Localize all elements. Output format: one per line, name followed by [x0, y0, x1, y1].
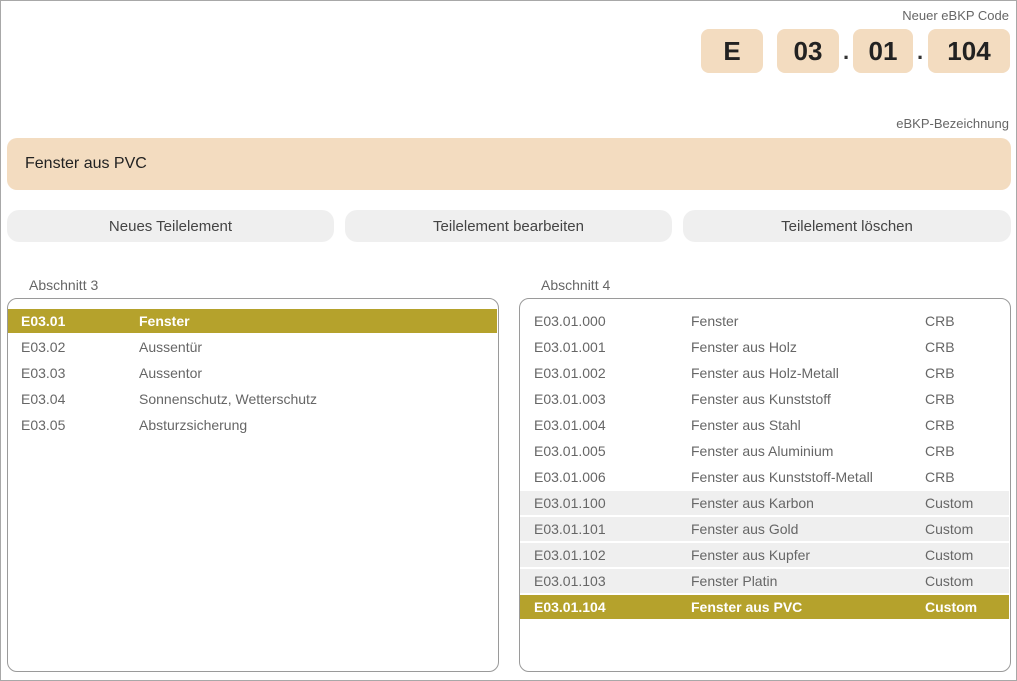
list-item[interactable]: E03.01.005 Fenster aus Aluminium CRB	[520, 439, 1009, 463]
edit-subelement-button[interactable]: Teilelement bearbeiten	[345, 210, 672, 242]
item-source: CRB	[925, 469, 955, 485]
item-name: Fenster aus Karbon	[691, 495, 814, 511]
list-item[interactable]: E03.01 Fenster	[8, 309, 497, 333]
list-item[interactable]: E03.01.101 Fenster aus Gold Custom	[520, 517, 1009, 541]
item-code: E03.01.005	[534, 443, 606, 459]
list-item[interactable]: E03.03 Aussentor	[8, 361, 497, 385]
list-item[interactable]: E03.01.000 Fenster CRB	[520, 309, 1009, 333]
item-code: E03.01.001	[534, 339, 606, 355]
item-name: Fenster aus Stahl	[691, 417, 801, 433]
code-part-section4[interactable]: 01	[853, 29, 913, 73]
list-item[interactable]: E03.04 Sonnenschutz, Wetterschutz	[8, 387, 497, 411]
list-item[interactable]: E03.02 Aussentür	[8, 335, 497, 359]
item-name: Fenster Platin	[691, 573, 778, 589]
list-item[interactable]: E03.01.001 Fenster aus Holz CRB	[520, 335, 1009, 359]
list-item[interactable]: E03.05 Absturzsicherung	[8, 413, 497, 437]
item-code: E03.01.102	[534, 547, 606, 563]
list-item[interactable]: E03.01.006 Fenster aus Kunststoff-Metall C…	[520, 465, 1009, 489]
item-source: CRB	[925, 365, 955, 381]
item-name: Sonnenschutz, Wetterschutz	[139, 391, 317, 407]
item-name: Aussentür	[139, 339, 203, 355]
item-code: E03.01.004	[534, 417, 606, 433]
delete-subelement-button[interactable]: Teilelement löschen	[683, 210, 1011, 242]
item-name: Fenster aus Holz-Metall	[691, 365, 839, 381]
item-name: Fenster aus Kunststoff	[691, 391, 831, 407]
item-name: Fenster aus Kunststoff-Metall	[691, 469, 873, 485]
item-source: CRB	[925, 443, 955, 459]
ebkp-editor-window: Neuer eBKP Code E 03 . 01 . 104 eBKP-Bez…	[0, 0, 1017, 681]
item-source: Custom	[925, 599, 978, 615]
bezeichnung-field[interactable]: Fenster aus PVC	[7, 138, 1011, 190]
item-code: E03.01.100	[534, 495, 606, 511]
item-code: E03.01.000	[534, 313, 606, 329]
item-code: E03.01	[21, 313, 66, 329]
item-code: E03.05	[21, 417, 66, 433]
item-name: Fenster aus Holz	[691, 339, 797, 355]
list-item[interactable]: E03.01.103 Fenster Platin Custom	[520, 569, 1009, 593]
code-separator-2: .	[917, 39, 924, 64]
item-code: E03.01.103	[534, 573, 606, 589]
item-code: E03.01.104	[534, 599, 606, 615]
list-item[interactable]: E03.01.104 Fenster aus PVC Custom	[520, 595, 1009, 619]
item-source: Custom	[925, 521, 974, 537]
item-name: Fenster	[139, 313, 190, 329]
item-name: Aussentor	[139, 365, 203, 381]
list-item[interactable]: E03.01.100 Fenster aus Karbon Custom	[520, 491, 1009, 515]
item-code: E03.01.006	[534, 469, 606, 485]
section4-list[interactable]: E03.01.000 Fenster CRB E03.01.001 Fenster au…	[519, 298, 1011, 672]
section3-list[interactable]: E03.01 Fenster E03.02 Aussentür E03.03 Aussen…	[7, 298, 499, 672]
item-source: CRB	[925, 417, 955, 433]
item-code: E03.03	[21, 365, 66, 381]
item-name: Fenster aus Aluminium	[691, 443, 834, 459]
item-source: CRB	[925, 313, 955, 329]
list-item[interactable]: E03.01.002 Fenster aus Holz-Metall CRB	[520, 361, 1009, 385]
item-name: Fenster aus Gold	[691, 521, 799, 537]
item-name: Absturzsicherung	[139, 417, 248, 433]
new-subelement-button[interactable]: Neues Teilelement	[7, 210, 334, 242]
code-part-section3[interactable]: 03	[777, 29, 839, 73]
item-source: CRB	[925, 391, 955, 407]
code-part-element[interactable]: 104	[928, 29, 1010, 73]
list-item[interactable]: E03.01.004 Fenster aus Stahl CRB	[520, 413, 1009, 437]
item-name: Fenster	[691, 313, 739, 329]
section4-label: Abschnitt 4	[541, 277, 611, 293]
list-item[interactable]: E03.01.003 Fenster aus Kunststoff CRB	[520, 387, 1009, 411]
item-code: E03.04	[21, 391, 66, 407]
item-source: Custom	[925, 547, 974, 563]
code-label: Neuer eBKP Code	[902, 8, 1009, 23]
item-code: E03.01.003	[534, 391, 606, 407]
item-name: Fenster aus Kupfer	[691, 547, 811, 563]
bezeichnung-label: eBKP-Bezeichnung	[896, 116, 1009, 131]
item-code: E03.01.101	[534, 521, 606, 537]
item-name: Fenster aus PVC	[691, 599, 803, 615]
item-source: CRB	[925, 339, 955, 355]
code-separator-1: .	[843, 39, 850, 64]
item-source: Custom	[925, 573, 974, 589]
list-item[interactable]: E03.01.102 Fenster aus Kupfer Custom	[520, 543, 1009, 567]
section3-label: Abschnitt 3	[29, 277, 99, 293]
code-part-main-group[interactable]: E	[701, 29, 763, 73]
item-source: Custom	[925, 495, 974, 511]
item-code: E03.02	[21, 339, 66, 355]
item-code: E03.01.002	[534, 365, 606, 381]
